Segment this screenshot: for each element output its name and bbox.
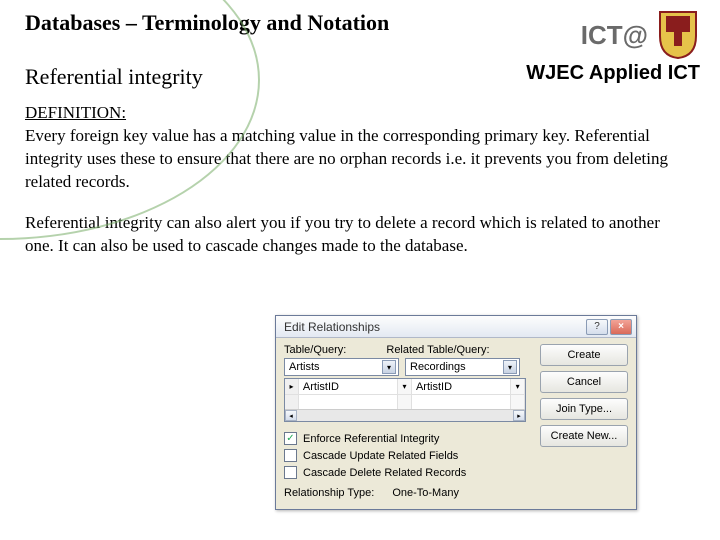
edit-relationships-dialog: Edit Relationships ? × Table/Query: Rela…: [275, 315, 637, 510]
window-buttons: ? ×: [586, 319, 632, 335]
field-row[interactable]: ▸ ArtistID ▾ ArtistID ▾: [285, 379, 525, 395]
brand-block: ICT@ WJEC Applied ICT: [526, 10, 700, 85]
chevron-down-icon: ▾: [511, 379, 525, 394]
checkbox-checked-icon: ✓: [284, 432, 297, 445]
close-icon: ×: [618, 321, 624, 332]
join-type-button[interactable]: Join Type...: [540, 398, 628, 420]
help-button[interactable]: ?: [586, 319, 608, 335]
create-button[interactable]: Create: [540, 344, 628, 366]
relationship-type-label: Relationship Type:: [284, 487, 374, 499]
dialog-body: Table/Query: Related Table/Query: Artist…: [276, 338, 636, 509]
relationship-type-value: One-To-Many: [392, 487, 459, 499]
checkbox-label: Enforce Referential Integrity: [303, 433, 439, 445]
table-query-value: Artists: [289, 361, 320, 373]
chevron-down-icon: ▾: [398, 379, 412, 394]
row-selector-icon: ▸: [285, 379, 299, 394]
table-query-combo[interactable]: Artists ▾: [284, 358, 399, 376]
field-mapping-grid[interactable]: ▸ ArtistID ▾ ArtistID ▾ ◂ ▸: [284, 378, 526, 422]
checkbox-unchecked-icon: [284, 466, 297, 479]
brand-sub-text: WJEC Applied ICT: [526, 62, 700, 85]
right-field-value: ArtistID: [412, 379, 511, 394]
horizontal-scrollbar[interactable]: ◂ ▸: [285, 409, 525, 421]
cancel-button[interactable]: Cancel: [540, 371, 628, 393]
row-selector-icon: [285, 395, 299, 410]
scroll-right-icon[interactable]: ▸: [513, 410, 525, 421]
dialog-title: Edit Relationships: [284, 320, 380, 334]
help-icon: ?: [594, 321, 600, 332]
brand-top-text: ICT@: [581, 20, 648, 51]
related-table-query-value: Recordings: [410, 361, 466, 373]
chevron-down-icon: ▾: [503, 360, 517, 374]
related-table-query-combo[interactable]: Recordings ▾: [405, 358, 520, 376]
checkbox-label: Cascade Update Related Fields: [303, 450, 458, 462]
scroll-left-icon[interactable]: ◂: [285, 410, 297, 421]
cascade-update-checkbox[interactable]: Cascade Update Related Fields: [284, 449, 628, 462]
close-button[interactable]: ×: [610, 319, 632, 335]
related-table-query-label: Related Table/Query:: [386, 344, 489, 356]
cascade-delete-checkbox[interactable]: Cascade Delete Related Records: [284, 466, 628, 479]
dialog-button-column: Create Cancel Join Type... Create New...: [540, 344, 628, 447]
chevron-down-icon: ▾: [382, 360, 396, 374]
table-query-label: Table/Query:: [284, 344, 346, 356]
dialog-titlebar[interactable]: Edit Relationships ? ×: [276, 316, 636, 338]
create-new-button[interactable]: Create New...: [540, 425, 628, 447]
relationship-type-row: Relationship Type: One-To-Many: [284, 487, 628, 499]
checkbox-label: Cascade Delete Related Records: [303, 467, 466, 479]
left-field-value: ArtistID: [299, 379, 398, 394]
checkbox-unchecked-icon: [284, 449, 297, 462]
crest-icon: [656, 10, 700, 60]
